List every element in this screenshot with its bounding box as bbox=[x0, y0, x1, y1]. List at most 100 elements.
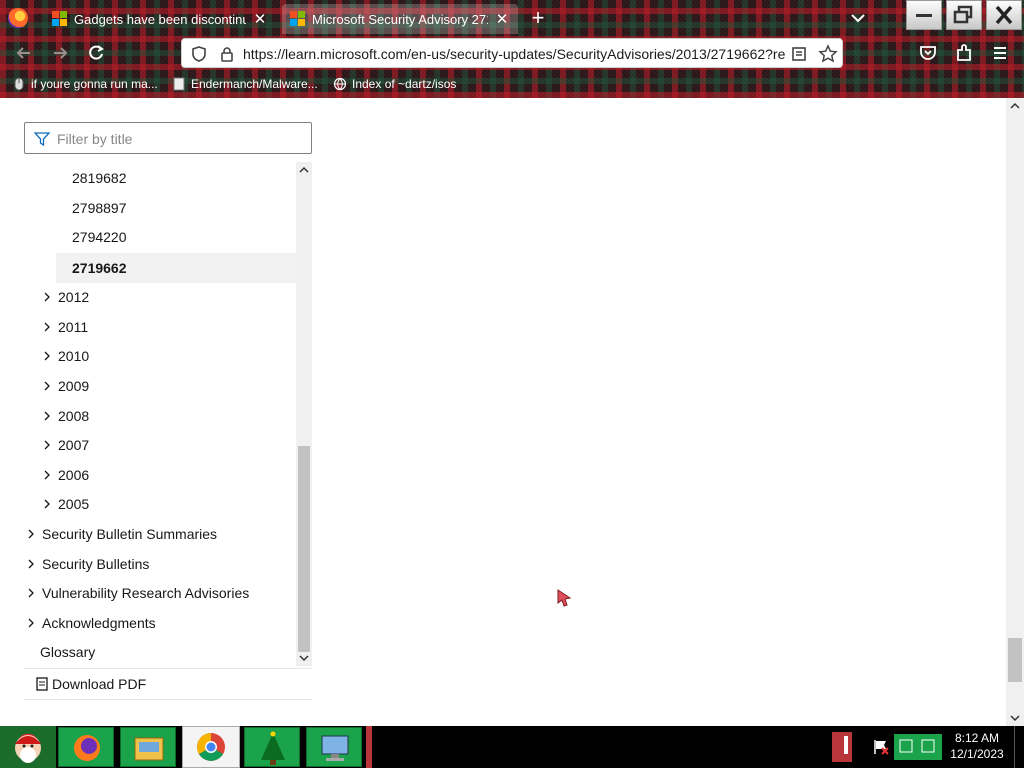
star-icon[interactable] bbox=[818, 44, 838, 64]
clock[interactable]: 8:12 AM 12/1/2023 bbox=[944, 730, 1010, 762]
taskbar-explorer-button[interactable] bbox=[120, 727, 176, 767]
toc-item-year[interactable]: 2005 bbox=[24, 489, 296, 519]
extensions-icon[interactable] bbox=[953, 42, 975, 64]
reader-view-icon[interactable] bbox=[790, 45, 808, 63]
bookmark-item[interactable]: Index of ~dartz/isos bbox=[333, 75, 456, 93]
toc-item-advisory[interactable]: 2798897 bbox=[24, 193, 296, 223]
address-bar[interactable]: https://learn.microsoft.com/en-us/securi… bbox=[181, 38, 843, 68]
chevron-down-icon[interactable] bbox=[1010, 714, 1020, 722]
toc-item-label: 2005 bbox=[58, 496, 90, 512]
page-content: Filter by title 2819682 2798897 2794220 … bbox=[0, 98, 1024, 726]
close-icon[interactable]: ✕ bbox=[494, 10, 510, 28]
chevron-right-icon bbox=[44, 440, 50, 450]
browser-chrome: Gadgets have been discontinued ✕ Microso… bbox=[0, 0, 1024, 98]
toc-scrollbar[interactable] bbox=[296, 162, 312, 666]
chevron-right-icon bbox=[28, 588, 34, 598]
filter-icon bbox=[34, 132, 50, 146]
download-pdf-label: Download PDF bbox=[52, 676, 147, 692]
taskbar-computer-button[interactable] bbox=[306, 727, 362, 767]
computer-icon bbox=[321, 735, 349, 761]
microsoft-logo-icon bbox=[52, 11, 68, 27]
toc-item-glossary[interactable]: Glossary bbox=[24, 637, 296, 667]
toc-item-advisory[interactable]: 2794220 bbox=[24, 222, 296, 252]
toc-item-year[interactable]: 2007 bbox=[24, 430, 296, 460]
reload-icon[interactable] bbox=[85, 42, 107, 64]
toc-item-year[interactable]: 2010 bbox=[24, 341, 296, 371]
toc-item-section[interactable]: Vulnerability Research Advisories bbox=[24, 578, 296, 608]
flag-icon[interactable] bbox=[872, 738, 890, 756]
toc-item-year[interactable]: 2008 bbox=[24, 401, 296, 431]
chevron-right-icon bbox=[28, 529, 34, 539]
page-scrollbar-thumb[interactable] bbox=[1008, 638, 1022, 682]
microsoft-logo-icon bbox=[290, 11, 306, 27]
chevron-right-icon bbox=[44, 411, 50, 421]
toc-item-label: 2011 bbox=[58, 319, 89, 335]
tab-gadgets[interactable]: Gadgets have been discontinued ✕ bbox=[44, 4, 276, 34]
tab-title: Microsoft Security Advisory 2719662 bbox=[312, 11, 488, 27]
page-scrollbar[interactable] bbox=[1006, 98, 1024, 726]
restore-button[interactable] bbox=[946, 0, 982, 30]
chevron-right-icon bbox=[44, 292, 50, 302]
toc-item-selected[interactable]: 2719662 bbox=[56, 253, 296, 283]
page-icon bbox=[173, 77, 185, 91]
network-icon[interactable] bbox=[894, 734, 942, 760]
toc-item-section[interactable]: Acknowledgments bbox=[24, 608, 296, 638]
mouse-icon bbox=[14, 77, 24, 91]
bookmark-item[interactable]: Endermanch/Malware... bbox=[172, 75, 318, 93]
toc-item-label: 2719662 bbox=[72, 260, 127, 276]
santa-start-icon bbox=[15, 735, 41, 763]
pdf-icon bbox=[36, 677, 48, 691]
start-button[interactable] bbox=[0, 726, 56, 768]
show-desktop-button[interactable] bbox=[1014, 726, 1024, 768]
toc-item-label: Security Bulletin Summaries bbox=[42, 526, 218, 542]
toc-item-label: 2794220 bbox=[72, 229, 127, 245]
folder-icon bbox=[134, 737, 164, 761]
chevron-down-icon[interactable] bbox=[299, 654, 309, 662]
restore-icon bbox=[953, 5, 973, 24]
taskbar-divider bbox=[366, 726, 372, 768]
pocket-icon[interactable] bbox=[917, 42, 939, 64]
firefox-menu-icon[interactable] bbox=[8, 8, 28, 28]
taskbar-tree-button[interactable] bbox=[244, 727, 300, 767]
tab-title: Gadgets have been discontinued bbox=[74, 11, 246, 27]
chevron-down-icon[interactable] bbox=[848, 8, 868, 28]
taskbar: 8:12 AM 12/1/2023 bbox=[0, 726, 1024, 768]
toc-item-label: 2009 bbox=[58, 378, 90, 394]
back-arrow-icon[interactable] bbox=[13, 42, 35, 64]
lock-icon[interactable] bbox=[218, 45, 236, 63]
toc-item-label: 2006 bbox=[58, 467, 90, 483]
chevron-right-icon bbox=[28, 559, 34, 569]
forward-arrow-icon[interactable] bbox=[49, 42, 71, 64]
toc-item-section[interactable]: Security Bulletin Summaries bbox=[24, 519, 296, 549]
toc-item-label: Glossary bbox=[40, 644, 96, 660]
toc-item-label: Security Bulletins bbox=[42, 556, 150, 572]
chevron-right-icon bbox=[44, 499, 50, 509]
close-window-button[interactable] bbox=[986, 0, 1022, 30]
toc-item-year[interactable]: 2006 bbox=[24, 460, 296, 490]
taskbar-firefox-button[interactable] bbox=[58, 727, 114, 767]
chevron-right-icon bbox=[44, 470, 50, 480]
tab-strip: Gadgets have been discontinued ✕ Microso… bbox=[0, 0, 1024, 36]
tab-security-advisory[interactable]: Microsoft Security Advisory 2719662 ✕ bbox=[282, 4, 518, 34]
globe-icon bbox=[333, 77, 347, 91]
chevron-up-icon[interactable] bbox=[299, 166, 309, 174]
close-icon[interactable]: ✕ bbox=[252, 10, 268, 28]
toc-item-year[interactable]: 2012 bbox=[24, 282, 296, 312]
new-tab-icon[interactable]: + bbox=[528, 6, 548, 30]
clock-date: 12/1/2023 bbox=[950, 747, 1004, 761]
download-pdf-button[interactable]: Download PDF bbox=[24, 668, 312, 700]
shield-icon[interactable] bbox=[190, 45, 208, 63]
url-text[interactable]: https://learn.microsoft.com/en-us/securi… bbox=[243, 46, 791, 62]
toc-item-year[interactable]: 2009 bbox=[24, 371, 296, 401]
bookmark-item[interactable]: if youre gonna run ma... bbox=[12, 75, 158, 93]
toc-scrollbar-thumb[interactable] bbox=[298, 446, 310, 652]
filter-input[interactable]: Filter by title bbox=[24, 122, 312, 154]
toc-item-year[interactable]: 2011 bbox=[24, 312, 296, 342]
toc-item-advisory[interactable]: 2819682 bbox=[24, 163, 296, 193]
minimize-button[interactable] bbox=[906, 0, 942, 30]
chevron-up-icon[interactable] bbox=[1010, 102, 1020, 110]
toc-item-section[interactable]: Security Bulletins bbox=[24, 549, 296, 579]
tray-app-icon[interactable] bbox=[832, 732, 852, 762]
taskbar-chrome-button[interactable] bbox=[182, 726, 240, 768]
hamburger-menu-icon[interactable] bbox=[989, 42, 1011, 64]
